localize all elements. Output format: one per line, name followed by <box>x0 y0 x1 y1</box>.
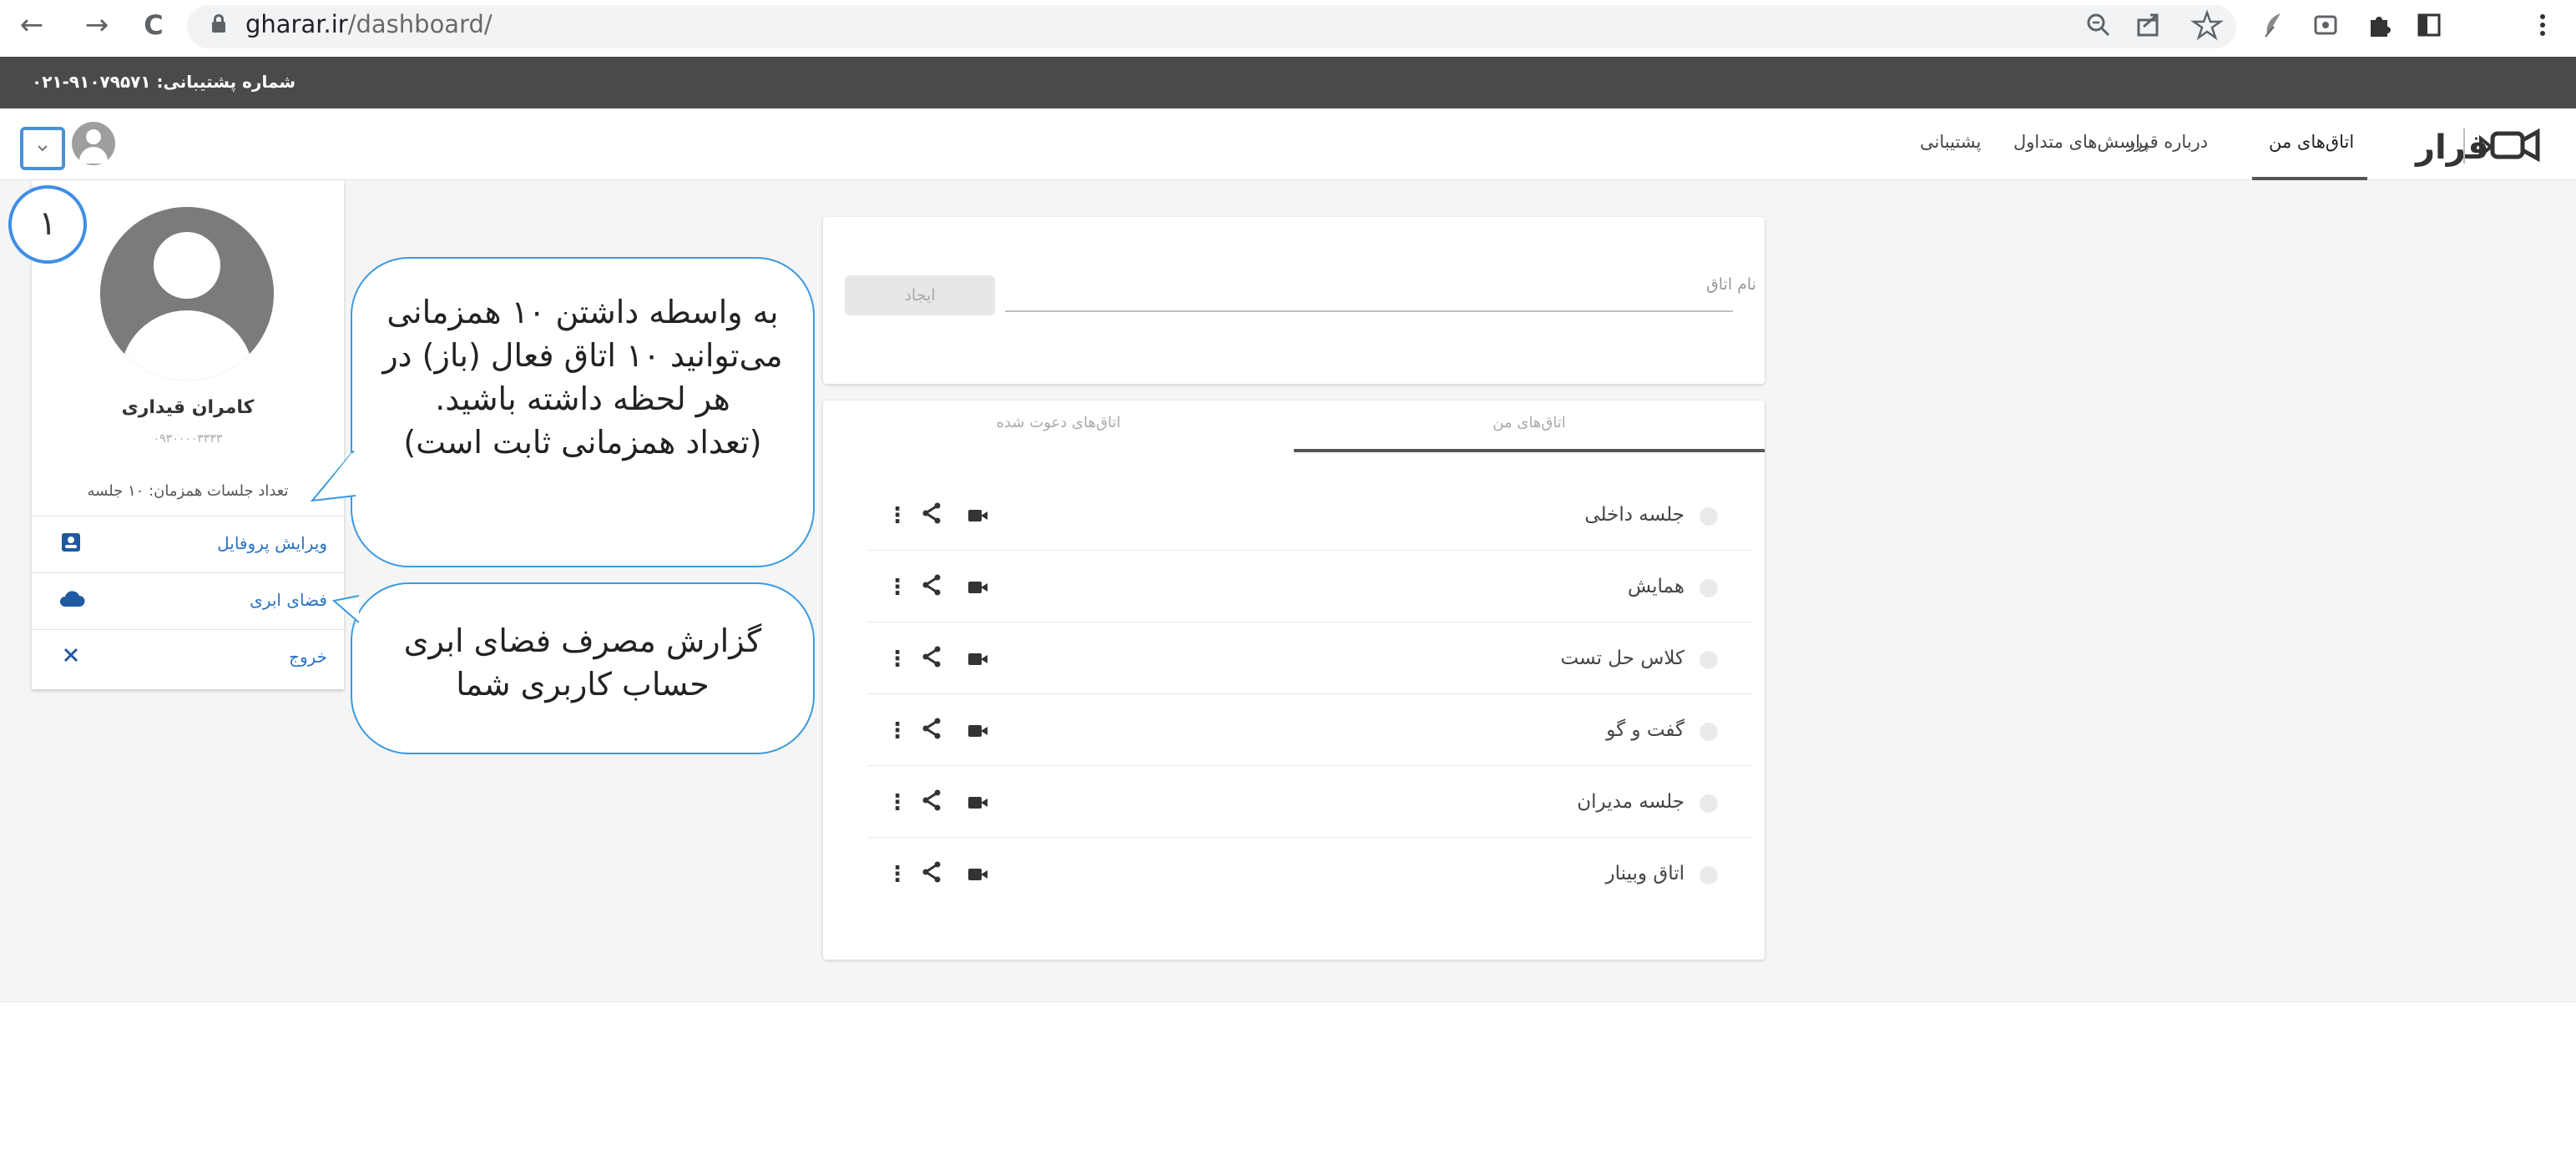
reload-icon[interactable]: C <box>135 7 172 43</box>
chevron-down-icon <box>38 145 48 152</box>
profile-name: کامران قیداری <box>121 397 255 418</box>
forward-icon[interactable]: → <box>78 7 115 43</box>
cloud-icon <box>58 588 85 613</box>
support-bar: ۰۲۱-۹۱۰۷۹۵۷۱ :شماره پشتیبانی <box>0 57 2576 108</box>
nav-my-rooms[interactable]: اتاق‌های من <box>2269 132 2354 152</box>
active-tab-indicator <box>1294 449 1765 452</box>
more-options-icon[interactable]: ⋮ <box>886 644 908 674</box>
kebab-menu-icon[interactable] <box>2526 8 2559 42</box>
share-icon[interactable] <box>917 501 947 531</box>
video-camera-icon[interactable] <box>963 501 992 531</box>
step-marker: ۱ <box>8 185 87 264</box>
more-options-icon[interactable]: ⋮ <box>886 788 908 818</box>
share-icon[interactable] <box>917 572 947 602</box>
room-row[interactable]: کلاس حل تست ⋮ <box>868 622 1753 694</box>
profile-dropdown-button[interactable] <box>20 127 65 170</box>
share-icon[interactable] <box>917 644 947 674</box>
puzzle-extensions-icon[interactable] <box>2362 8 2396 42</box>
concurrency-callout-tail <box>310 451 356 502</box>
nav-about[interactable]: درباره قرار <box>2127 132 2208 152</box>
cloud-callout-tail <box>331 595 360 623</box>
share-icon[interactable] <box>2132 8 2165 42</box>
more-options-icon[interactable]: ⋮ <box>886 859 908 889</box>
room-status-dot <box>1700 507 1718 526</box>
logout-label: خروج <box>289 647 327 667</box>
room-row[interactable]: جلسه مدیران ⋮ <box>868 766 1753 838</box>
room-row[interactable]: اتاق وبینار ⋮ <box>868 838 1753 910</box>
video-camera-icon[interactable] <box>963 716 992 746</box>
room-name: گفت و گو <box>1606 719 1685 741</box>
cloud-space-menu-item[interactable]: فضای ابری <box>32 572 344 629</box>
screen-record-icon[interactable] <box>2309 8 2342 42</box>
room-name: جلسه مدیران <box>1577 791 1685 813</box>
video-camera-icon[interactable] <box>963 788 992 818</box>
room-status-dot <box>1700 579 1718 597</box>
close-icon <box>58 645 83 670</box>
room-name: همایش <box>1627 576 1685 597</box>
nav-support[interactable]: پشتیبانی <box>1920 132 1981 152</box>
video-camera-icon[interactable] <box>963 859 992 889</box>
feather-extension-icon[interactable] <box>2257 8 2291 42</box>
room-status-dot <box>1700 723 1718 741</box>
video-camera-icon[interactable] <box>963 572 992 602</box>
concurrency-callout: به واسطه داشتن ۱۰ همزمانی می‌توانید ۱۰ ا… <box>351 257 815 567</box>
concurrent-sessions-count: تعداد جلسات همزمان: ۱۰ جلسه <box>87 482 289 500</box>
room-name-input[interactable] <box>1005 310 1733 312</box>
share-icon[interactable] <box>917 716 947 746</box>
edit-profile-menu-item[interactable]: ویرایش پروفایل <box>32 516 344 572</box>
room-status-dot <box>1700 866 1718 884</box>
side-panel-icon[interactable] <box>2412 8 2446 42</box>
back-icon[interactable]: ← <box>13 7 50 43</box>
bookmark-star-icon[interactable] <box>2190 8 2224 42</box>
room-status-dot <box>1700 794 1718 813</box>
concurrency-callout-text: به واسطه داشتن ۱۰ همزمانی می‌توانید ۱۰ ا… <box>382 294 783 417</box>
share-icon[interactable] <box>917 859 947 889</box>
svg-text:قرار: قرار <box>2414 128 2489 167</box>
more-options-icon[interactable]: ⋮ <box>886 572 908 602</box>
tab-invited-rooms[interactable]: اتاق‌های دعوت شده <box>823 414 1294 431</box>
profile-avatar <box>100 207 274 380</box>
logout-menu-item[interactable]: خروج <box>32 629 344 689</box>
more-options-icon[interactable]: ⋮ <box>886 501 908 531</box>
video-camera-icon[interactable] <box>963 644 992 674</box>
cloud-space-label: فضای ابری <box>250 590 327 610</box>
profile-phone: ۰۹۳۰۰۰۰۳۳۳۳ <box>153 432 223 446</box>
room-name: جلسه داخلی <box>1584 504 1685 526</box>
cloud-callout-text: گزارش مصرف فضای ابری حساب کاربری شما <box>403 622 762 703</box>
lock-icon[interactable] <box>212 14 225 33</box>
page-footer-area <box>0 1001 2576 1169</box>
contact-card-icon <box>58 532 83 557</box>
concurrency-callout-note: (تعداد همزمانی ثابت است) <box>403 424 762 461</box>
share-icon[interactable] <box>917 788 947 818</box>
create-room-button[interactable]: ایجاد <box>845 275 995 315</box>
room-row[interactable]: گفت و گو ⋮ <box>868 694 1753 766</box>
room-status-dot <box>1700 651 1718 669</box>
brand-logo[interactable]: قرار <box>2377 122 2544 170</box>
room-row[interactable]: همایش ⋮ <box>868 551 1753 622</box>
zoom-icon[interactable] <box>2082 8 2115 42</box>
room-row[interactable]: جلسه داخلی ⋮ <box>868 479 1753 551</box>
app-header: پشتیبانی پرسش‌های متداول درباره قرار اتا… <box>0 108 2576 180</box>
edit-profile-label: ویرایش پروفایل <box>217 533 327 553</box>
tab-my-rooms[interactable]: اتاق‌های من <box>1294 414 1765 431</box>
room-name-label: نام اتاق <box>1706 275 1756 294</box>
more-options-icon[interactable]: ⋮ <box>886 716 908 746</box>
support-phone-text: ۰۲۱-۹۱۰۷۹۵۷۱ :شماره پشتیبانی <box>32 72 296 92</box>
room-name: کلاس حل تست <box>1560 647 1685 669</box>
browser-toolbar: ← → C gharar.ir/dashboard/ <box>0 0 2576 55</box>
url-text[interactable]: gharar.ir/dashboard/ <box>245 10 492 38</box>
avatar[interactable] <box>72 122 115 165</box>
address-bar[interactable] <box>187 5 2236 48</box>
cloud-callout: گزارش مصرف فضای ابری حساب کاربری شما <box>351 582 815 754</box>
room-name: اتاق وبینار <box>1605 863 1685 884</box>
